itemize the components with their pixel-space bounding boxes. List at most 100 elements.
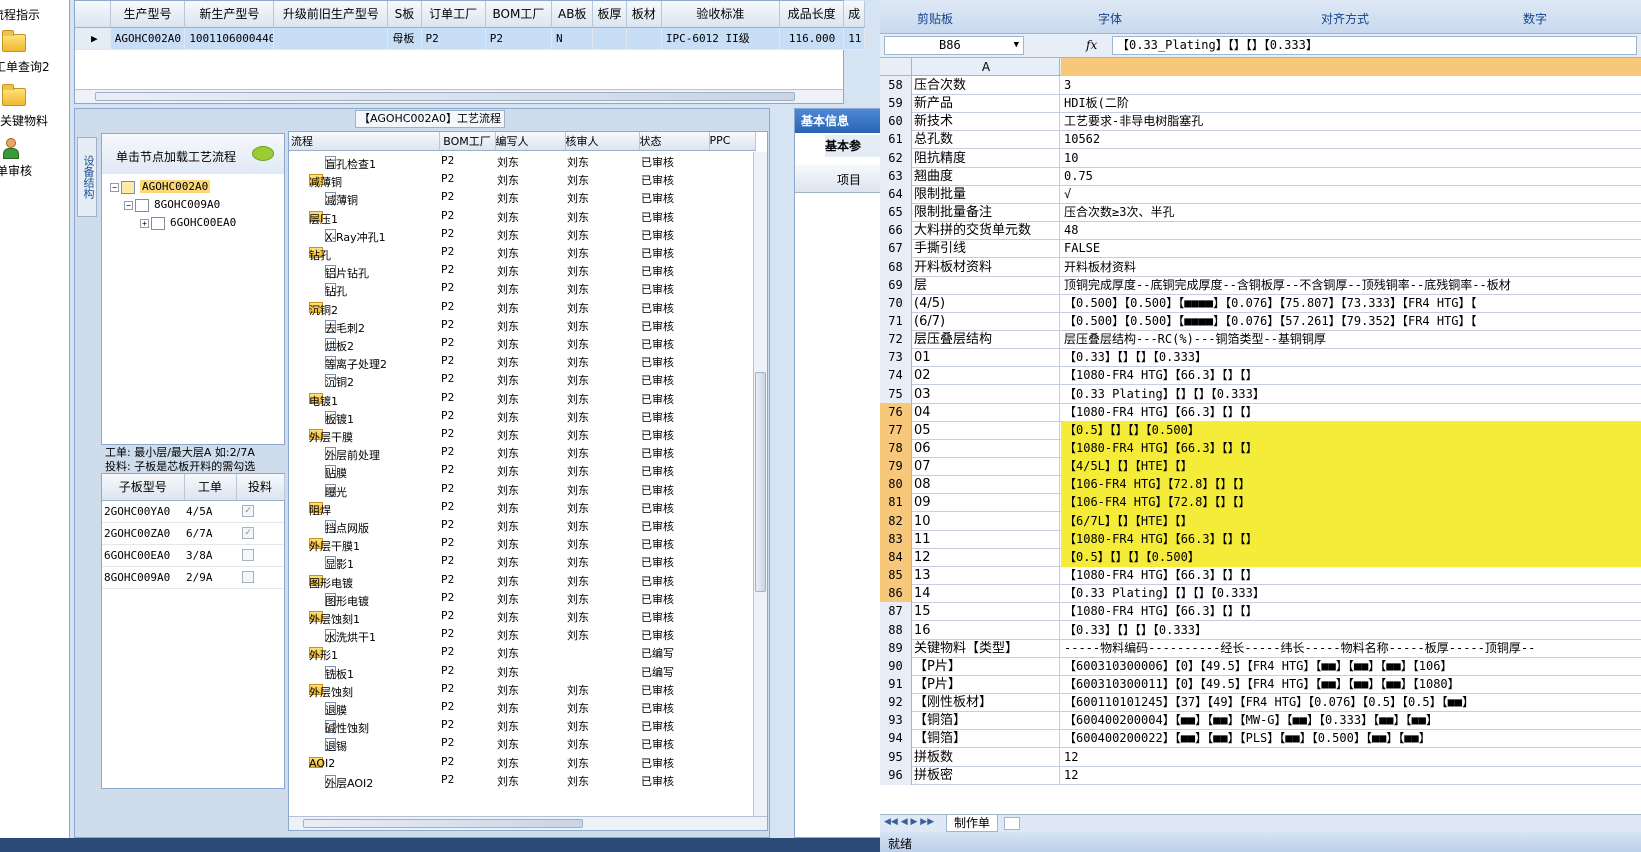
- cell-a[interactable]: 新技术: [913, 112, 1060, 132]
- column-a-header[interactable]: A: [913, 58, 1060, 76]
- cell-a[interactable]: 开料板材资料: [913, 257, 1060, 277]
- sheet-row[interactable]: 95 拼板数 12: [880, 747, 1641, 767]
- table-row[interactable]: 水洗烘干1 P2 刘东 刘东 已审核: [289, 625, 755, 644]
- cell-a[interactable]: 压合次数: [913, 76, 1060, 95]
- column-header[interactable]: 成品长度: [779, 1, 845, 28]
- column-header[interactable]: PPC: [709, 132, 756, 151]
- column-header[interactable]: 成: [843, 1, 865, 28]
- table-row[interactable]: 减薄铜 P2 刘东 刘东 已审核: [289, 188, 755, 207]
- sheet-row[interactable]: 83 11 【1080-FR4 HTG】【66.3】【】【】: [880, 529, 1641, 549]
- table-row[interactable]: 烘板2 P2 刘东 刘东 已审核: [289, 334, 755, 353]
- cell-a[interactable]: 04: [913, 402, 1060, 422]
- sheet-row[interactable]: 76 04 【1080-FR4 HTG】【66.3】【】【】: [880, 402, 1641, 422]
- cell-a[interactable]: 层压叠层结构: [913, 330, 1060, 350]
- sheet-row[interactable]: 59 新产品 HDI板(二阶: [880, 94, 1641, 114]
- sheet-row[interactable]: 67 手撕引线 FALSE: [880, 239, 1641, 259]
- sub-model[interactable]: 6GOHC00EA0: [104, 549, 170, 562]
- cell-a[interactable]: 【铜箔】: [913, 711, 1060, 731]
- cell-b[interactable]: 【0.500】【0.500】【■■■■】【0.076】【75.807】【73.3…: [1061, 294, 1641, 313]
- cell-old-model[interactable]: [273, 27, 389, 50]
- row-number[interactable]: 74: [880, 366, 912, 386]
- table-row[interactable]: 铣板1 P2 刘东 已编写: [289, 662, 755, 681]
- sheet-row[interactable]: 94 【铜箔】 【600400200022】【■■】【■■】【PLS】【■■】【0.…: [880, 729, 1641, 749]
- row-number[interactable]: 78: [880, 439, 912, 458]
- sheet-row[interactable]: 70 (4/5) 【0.500】【0.500】【■■■■】【0.076】【75.80…: [880, 293, 1641, 313]
- cell-more[interactable]: 11: [843, 27, 865, 50]
- ribbon-group-number[interactable]: 数字: [1465, 8, 1605, 30]
- cell-a[interactable]: 03: [913, 384, 1060, 404]
- table-row[interactable]: −阻焊P2刘东刘东已审核: [289, 498, 755, 517]
- table-row[interactable]: 8GOHC009A0 2/9A: [102, 567, 284, 589]
- table-row[interactable]: −外形1P2刘东已编写: [289, 643, 755, 662]
- table-row[interactable]: −减薄铜P2刘东刘东已审核: [289, 170, 755, 189]
- table-row[interactable]: X-Ray冲孔1 P2 刘东 刘东 已审核: [289, 225, 755, 244]
- column-header[interactable]: BOM工厂: [439, 132, 496, 151]
- sub-model[interactable]: 2GOHC00ZA0: [104, 527, 170, 540]
- row-number[interactable]: 76: [880, 402, 912, 422]
- tree-node-root[interactable]: − AGOHC002A0: [110, 180, 211, 194]
- cell-a[interactable]: 拼板数: [913, 747, 1060, 767]
- row-number[interactable]: 72: [880, 330, 912, 350]
- cell-a[interactable]: 08: [913, 475, 1060, 495]
- sheet-nav-icon[interactable]: ◀◀ ◀ ▶ ▶▶: [884, 817, 934, 827]
- column-header[interactable]: S板: [387, 1, 422, 28]
- tab-basic-info[interactable]: 基本信息: [795, 109, 885, 133]
- cell-b[interactable]: 0.75: [1061, 167, 1641, 186]
- table-row[interactable]: ▶ AGOHC002A0 10011060004406 母板 P2 P2 N I…: [75, 27, 865, 50]
- checkbox-icon[interactable]: [242, 570, 254, 583]
- column-header[interactable]: 新生产型号: [184, 1, 275, 28]
- cell-a[interactable]: 06: [913, 439, 1060, 458]
- cell-ab-board[interactable]: N: [551, 27, 594, 50]
- column-header[interactable]: 订单工厂: [421, 1, 486, 28]
- cell-b[interactable]: 【0.500】【0.500】【■■■■】【0.076】【57.261】【79.3…: [1061, 312, 1641, 331]
- cell-b[interactable]: 【1080-FR4 HTG】【66.3】【】【】: [1061, 403, 1641, 422]
- sheet-row[interactable]: 84 12 【0.5】【】【】【0.500】: [880, 547, 1641, 567]
- cell-b[interactable]: 【1080-FR4 HTG】【66.3】【】【】: [1061, 366, 1641, 385]
- column-header[interactable]: BOM工厂: [485, 1, 553, 28]
- sheet-row[interactable]: 78 06 【1080-FR4 HTG】【66.3】【】【】: [880, 439, 1641, 458]
- cell-thickness[interactable]: [592, 27, 627, 50]
- sheet-row[interactable]: 75 03 【0.33 Plating】【】【】【0.333】: [880, 384, 1641, 404]
- table-row[interactable]: 沉铜2 P2 刘东 刘东 已审核: [289, 370, 755, 389]
- sheet-row[interactable]: 69 层顶铜完成厚度--底铜完成厚度--含铜板厚--不含铜厚--顶残铜率--底残铜…: [880, 275, 1641, 295]
- cell-a[interactable]: (4/5): [913, 293, 1060, 313]
- table-row[interactable]: 碱性蚀刻 P2 刘东 刘东 已审核: [289, 716, 755, 735]
- cell-a[interactable]: 限制批量备注: [913, 203, 1060, 223]
- cell-b[interactable]: 【600400200004】【■■】【■■】【MW-G】【■■】【0.333】【…: [1061, 711, 1641, 730]
- table-row[interactable]: −电镀1P2刘东刘东已审核: [289, 389, 755, 408]
- sheet-row[interactable]: 73 01 【0.33】【】【】【0.333】: [880, 348, 1641, 368]
- vertical-scrollbar[interactable]: [753, 152, 767, 816]
- row-number[interactable]: 93: [880, 711, 912, 731]
- row-number[interactable]: 60: [880, 112, 912, 132]
- sheet-row[interactable]: 87 15 【1080-FR4 HTG】【66.3】【】【】: [880, 602, 1641, 622]
- row-number[interactable]: 95: [880, 747, 912, 767]
- table-row[interactable]: 板镀1 P2 刘东 刘东 已审核: [289, 407, 755, 426]
- nav-item-key-material[interactable]: 关键物料: [0, 84, 70, 128]
- cell-b[interactable]: 【106-FR4 HTG】【72.8】【】【】: [1061, 493, 1641, 513]
- row-number[interactable]: 65: [880, 203, 912, 223]
- sub-wo[interactable]: 3/8A: [186, 549, 213, 562]
- row-number[interactable]: 79: [880, 457, 912, 477]
- table-row[interactable]: 显影1 P2 刘东 刘东 已审核: [289, 552, 755, 571]
- cell-b[interactable]: 工艺要求-非导电树脂塞孔: [1061, 112, 1641, 131]
- sheet-row[interactable]: 60 新技术 工艺要求-非导电树脂塞孔: [880, 112, 1641, 132]
- table-row[interactable]: 去毛刺2 P2 刘东 刘东 已审核: [289, 316, 755, 335]
- sheet-row[interactable]: 90 【P片】 【600310300006】【0】【49.5】【FR4 HTG】【■…: [880, 656, 1641, 676]
- row-number[interactable]: 69: [880, 275, 912, 295]
- row-number[interactable]: 82: [880, 511, 912, 531]
- row-number[interactable]: 81: [880, 493, 912, 513]
- table-row[interactable]: 6GOHC00EA0 3/8A: [102, 545, 284, 567]
- column-header[interactable]: 验收标准: [661, 1, 780, 28]
- cell-a[interactable]: 【P片】: [913, 674, 1060, 694]
- ribbon-group-alignment[interactable]: 对齐方式: [1230, 8, 1460, 30]
- column-header[interactable]: 状态: [639, 132, 710, 151]
- table-row[interactable]: 外层AOI2 P2 刘东 刘东 已审核: [289, 771, 755, 790]
- sheet-row[interactable]: 96 拼板密 12: [880, 765, 1641, 785]
- cell-a[interactable]: 13: [913, 566, 1060, 586]
- expand-icon[interactable]: +: [140, 218, 149, 228]
- column-header[interactable]: 投料: [236, 474, 285, 501]
- table-row[interactable]: −外层蚀刻1P2刘东刘东已审核: [289, 607, 755, 626]
- cell-a[interactable]: 层: [913, 275, 1060, 295]
- column-header[interactable]: 子板型号: [102, 474, 185, 501]
- nav-item-order-review[interactable]: 单审核: [0, 138, 70, 178]
